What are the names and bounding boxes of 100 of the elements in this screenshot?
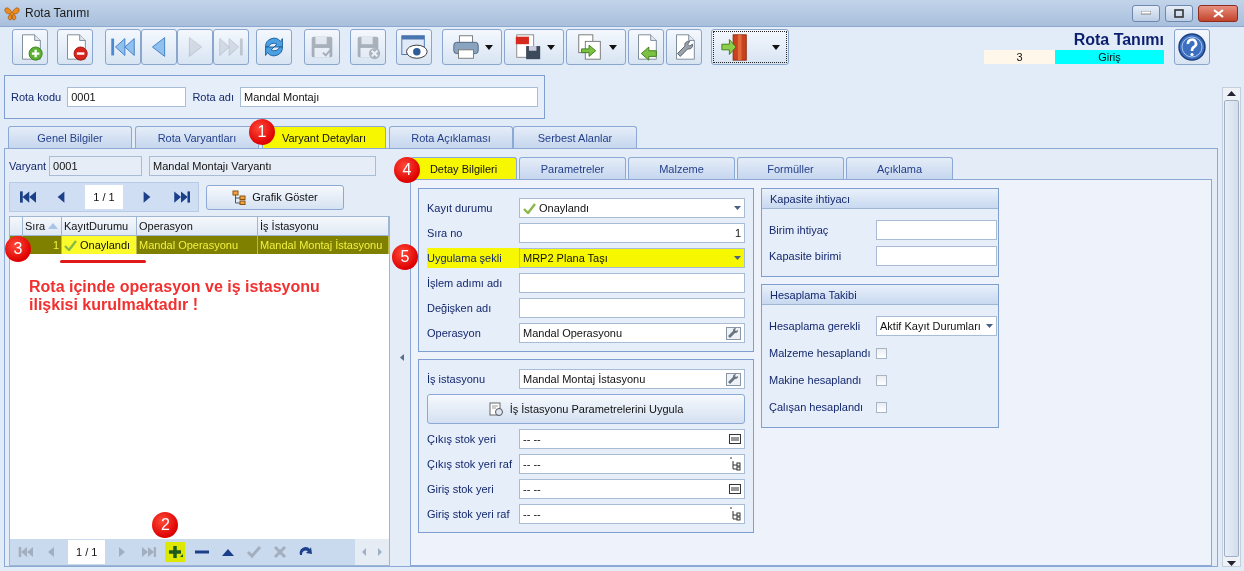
- check-icon: [523, 202, 536, 214]
- toolbar-button[interactable]: [57, 29, 93, 65]
- input-field[interactable]: Mandal Montaj İstasyonu: [519, 369, 745, 389]
- column-header[interactable]: Sıra: [23, 217, 62, 235]
- input-field[interactable]: -- --: [519, 479, 745, 499]
- field-label: Değişken adı: [427, 302, 493, 314]
- toolbar-button[interactable]: [504, 29, 564, 65]
- input-field[interactable]: 0001: [49, 156, 143, 176]
- field-label: Çıkış stok yeri raf: [427, 458, 513, 470]
- tab[interactable]: Açıklama: [846, 157, 953, 179]
- caret-icon: [734, 206, 741, 210]
- butterfly-icon: [4, 5, 20, 21]
- checkbox-label: Malzeme hesaplandı: [769, 347, 870, 359]
- vertical-scrollbar[interactable]: [1222, 87, 1241, 567]
- checkbox-label: Çalışan hesaplandı: [769, 401, 865, 413]
- tab[interactable]: Rota Varyantları: [135, 126, 259, 148]
- input-field[interactable]: [519, 273, 745, 293]
- table-cell: Mandal Operasyonu: [137, 236, 258, 254]
- wrench-icon: [726, 326, 741, 340]
- tab[interactable]: Serbest Alanlar: [513, 126, 637, 148]
- callout-badge: 2: [152, 512, 179, 538]
- annotation-text: Rota içinde operasyon ve iş istasyonu ilişkisi kurulmaktadır !: [28, 277, 321, 314]
- column-header[interactable]: KayıtDurumu: [62, 217, 137, 235]
- minimize-button[interactable]: [1132, 4, 1160, 22]
- field-label: Varyant: [9, 160, 47, 172]
- dropdown-field[interactable]: Onaylandı: [519, 198, 745, 218]
- horizontal-scrollbar[interactable]: [355, 539, 389, 565]
- sort-arrow-icon: [48, 223, 59, 229]
- scroll-up-icon[interactable]: [1227, 91, 1236, 96]
- input-field[interactable]: 0001: [67, 87, 187, 107]
- hierarchy-icon: [232, 189, 247, 205]
- barcode-icon: [729, 434, 741, 444]
- tab[interactable]: Malzeme: [628, 157, 735, 179]
- field-label: Hesaplama gerekli: [769, 320, 862, 332]
- splitter-arrow-icon[interactable]: [400, 354, 404, 361]
- checkbox[interactable]: [876, 347, 887, 359]
- input-field[interactable]: [519, 298, 745, 318]
- printer-icon: [451, 32, 481, 62]
- apply-button[interactable]: İş İstasyonu Parametrelerini Uygula: [427, 394, 745, 424]
- field-label: Kapasite birimi: [769, 250, 843, 262]
- tab[interactable]: Rota Açıklaması: [389, 126, 513, 148]
- navigator-button[interactable]: [17, 188, 36, 206]
- field-label: Rota kodu: [11, 91, 62, 103]
- input-field[interactable]: Mandal Montajı: [240, 87, 538, 107]
- page-indicator: 1 / 1: [68, 540, 106, 564]
- caret-icon: [609, 44, 617, 50]
- page-indicator: 1 / 1: [85, 185, 123, 209]
- caret-icon: [986, 324, 993, 328]
- field-label: Çıkış stok yeri: [427, 433, 498, 445]
- field-label: İş istasyonu: [427, 373, 487, 385]
- tab[interactable]: Parametreler: [519, 157, 626, 179]
- input-field[interactable]: -- --: [519, 454, 745, 474]
- callout-badge: 4: [394, 157, 420, 183]
- minimize-icon: [1141, 11, 1151, 15]
- section-title: Kapasite ihtiyacı: [770, 192, 851, 205]
- field-label: Uygulama şekli: [427, 252, 503, 264]
- input-field[interactable]: [876, 246, 997, 266]
- callout-badge: 1: [249, 119, 275, 145]
- navigator-button[interactable]: [165, 542, 186, 562]
- toolbar-button[interactable]: [711, 29, 789, 65]
- first-record-icon: [17, 188, 36, 206]
- check-icon: [64, 239, 77, 251]
- dropdown-field[interactable]: MRP2 Plana Taşı: [519, 248, 745, 268]
- eye-window-icon: [399, 32, 429, 62]
- checkbox-label: Makine hesaplandı: [769, 374, 863, 386]
- tab[interactable]: Formüller: [737, 157, 844, 179]
- toolbar-button[interactable]: [396, 29, 432, 65]
- column-header[interactable]: İş İstasyonu: [258, 217, 389, 235]
- record-number: 3: [984, 50, 1055, 64]
- column-header[interactable]: Operasyon: [137, 217, 258, 235]
- window-title: Rota Tanımı: [25, 6, 91, 20]
- graph-button[interactable]: Grafik Göster: [206, 184, 344, 210]
- caret-icon: [734, 256, 741, 260]
- maximize-button[interactable]: [1165, 4, 1193, 22]
- input-field[interactable]: -- --: [519, 504, 745, 524]
- close-icon: [1212, 8, 1224, 18]
- field-label: Giriş stok yeri raf: [427, 508, 511, 520]
- help-button[interactable]: [1174, 29, 1210, 65]
- tab[interactable]: Genel Bilgiler: [8, 126, 132, 148]
- tab[interactable]: Detay Bilgileri: [410, 157, 517, 179]
- dropdown-field[interactable]: Aktif Kayıt Durumları: [876, 316, 997, 336]
- first-record-icon: [17, 544, 33, 560]
- tree-icon: [729, 457, 741, 471]
- mode-indicator: Giriş: [1055, 50, 1164, 64]
- input-field[interactable]: [876, 220, 997, 240]
- checkbox[interactable]: [876, 401, 887, 413]
- input-field[interactable]: -- --: [519, 429, 745, 449]
- tree-icon: [729, 507, 741, 521]
- maximize-icon: [1174, 8, 1184, 18]
- callout-badge: 3: [5, 236, 31, 262]
- checkbox[interactable]: [876, 374, 887, 386]
- close-button[interactable]: [1198, 4, 1238, 22]
- input-field[interactable]: 1: [519, 223, 745, 243]
- input-field[interactable]: Mandal Montajı Varyantı: [149, 156, 377, 176]
- navigator-button[interactable]: [172, 188, 191, 206]
- scroll-arrows-icon[interactable]: [360, 547, 384, 557]
- scroll-down-icon[interactable]: [1227, 561, 1236, 566]
- add-icon: [167, 544, 184, 560]
- input-field[interactable]: Mandal Operasyonu: [519, 323, 745, 343]
- caret-icon: [547, 44, 555, 50]
